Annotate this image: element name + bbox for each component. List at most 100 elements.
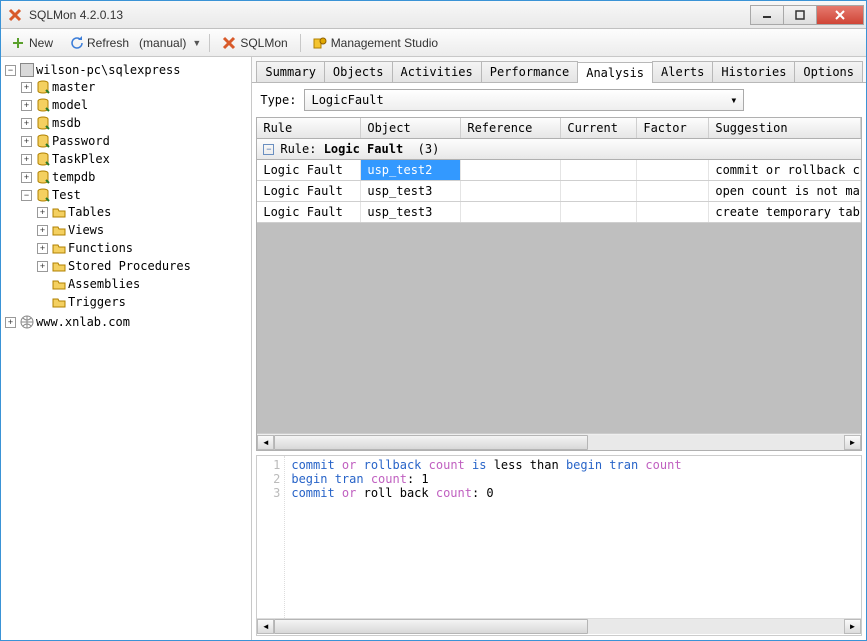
expand-icon[interactable]: + bbox=[5, 317, 16, 328]
tree-folder-item[interactable]: +Functions bbox=[37, 240, 249, 256]
tab-performance[interactable]: Performance bbox=[481, 61, 578, 82]
mgmt-studio-label: Management Studio bbox=[331, 36, 438, 50]
expand-icon[interactable]: + bbox=[21, 154, 32, 165]
grid-cell-reference[interactable] bbox=[461, 202, 561, 222]
expand-icon[interactable]: + bbox=[37, 261, 48, 272]
tree-db-item[interactable]: +tempdb bbox=[21, 169, 249, 185]
expand-icon[interactable]: + bbox=[21, 118, 32, 129]
scroll-left-button[interactable]: ◄ bbox=[257, 435, 274, 450]
expand-icon[interactable]: + bbox=[21, 100, 32, 111]
tree-url[interactable]: + www.xnlab.com bbox=[5, 314, 249, 330]
expand-icon[interactable]: + bbox=[21, 82, 32, 93]
refresh-mode-dropdown[interactable]: ▼ bbox=[190, 38, 203, 48]
grid-header-cell[interactable]: Current bbox=[561, 118, 637, 138]
tree-folder-item[interactable]: Assemblies bbox=[37, 276, 249, 292]
refresh-mode-label: (manual) bbox=[139, 36, 186, 50]
grid-body[interactable]: −Rule: Logic Fault (3)Logic Faultusp_tes… bbox=[257, 139, 861, 433]
grid-row[interactable]: Logic Faultusp_test3 open count is not ma… bbox=[257, 181, 861, 202]
scroll-right-button[interactable]: ► bbox=[844, 435, 861, 450]
grid-group-row[interactable]: −Rule: Logic Fault (3) bbox=[257, 139, 861, 159]
scroll-left-button[interactable]: ◄ bbox=[257, 619, 274, 634]
sidebar[interactable]: − wilson-pc\sqlexpress + master +model +msd… bbox=[1, 57, 252, 640]
grid-cell-factor[interactable] bbox=[637, 160, 709, 180]
scroll-right-button[interactable]: ► bbox=[844, 619, 861, 634]
code-content[interactable]: commit or rollback count is less than be… bbox=[285, 456, 861, 618]
tab-alerts[interactable]: Alerts bbox=[652, 61, 713, 82]
grid-header-cell[interactable]: Rule bbox=[257, 118, 361, 138]
grid-cell-object[interactable]: usp_test3 bbox=[361, 202, 461, 222]
expand-icon[interactable]: + bbox=[21, 136, 32, 147]
scroll-track[interactable] bbox=[274, 435, 844, 450]
close-button[interactable] bbox=[816, 5, 864, 25]
grid-cell-object[interactable]: usp_test2 bbox=[361, 160, 461, 180]
refresh-button[interactable]: Refresh bbox=[63, 34, 135, 52]
expand-icon[interactable]: + bbox=[37, 225, 48, 236]
grid-cell-reference[interactable] bbox=[461, 181, 561, 201]
tab-activities[interactable]: Activities bbox=[392, 61, 482, 82]
refresh-icon bbox=[69, 36, 83, 50]
tree-db-item[interactable]: +TaskPlex bbox=[21, 151, 249, 167]
main-panel: SummaryObjectsActivitiesPerformanceAnaly… bbox=[252, 57, 866, 640]
grid-row[interactable]: Logic Faultusp_test3 create temporary tab… bbox=[257, 202, 861, 223]
grid-header-cell[interactable]: Suggestion bbox=[709, 118, 861, 138]
grid-cell-reference[interactable] bbox=[461, 160, 561, 180]
grid-cell-rule[interactable]: Logic Fault bbox=[257, 181, 361, 201]
tree-db-item[interactable]: −Test bbox=[21, 187, 249, 203]
code-horizontal-scrollbar[interactable]: ◄ ► bbox=[257, 618, 861, 635]
server-icon bbox=[20, 63, 34, 77]
grid-cell-object[interactable]: usp_test3 bbox=[361, 181, 461, 201]
tree-db-label: master bbox=[52, 79, 95, 95]
new-button[interactable]: New bbox=[5, 34, 59, 52]
tab-strip: SummaryObjectsActivitiesPerformanceAnaly… bbox=[252, 57, 866, 83]
scroll-thumb[interactable] bbox=[274, 435, 587, 450]
collapse-icon[interactable]: − bbox=[263, 144, 274, 155]
folder-icon bbox=[52, 205, 66, 219]
grid-cell-current[interactable] bbox=[561, 160, 637, 180]
grid-cell-current[interactable] bbox=[561, 202, 637, 222]
collapse-icon[interactable]: − bbox=[21, 190, 32, 201]
tree-folder-item[interactable]: +Stored Procedures bbox=[37, 258, 249, 274]
expand-icon[interactable]: + bbox=[37, 207, 48, 218]
tree-db-item[interactable]: + Password bbox=[21, 133, 249, 149]
expand-icon[interactable]: + bbox=[37, 243, 48, 254]
grid-horizontal-scrollbar[interactable]: ◄ ► bbox=[257, 433, 861, 450]
tree-folder-item[interactable]: +Tables bbox=[37, 204, 249, 220]
tab-objects[interactable]: Objects bbox=[324, 61, 393, 82]
tree-root[interactable]: − wilson-pc\sqlexpress bbox=[5, 62, 249, 78]
tab-histories[interactable]: Histories bbox=[712, 61, 795, 82]
grid-cell-rule[interactable]: Logic Fault bbox=[257, 160, 361, 180]
toolbar-separator bbox=[209, 34, 210, 52]
grid-header-cell[interactable]: Reference bbox=[461, 118, 561, 138]
expand-icon[interactable]: + bbox=[21, 172, 32, 183]
grid-header-cell[interactable]: Object bbox=[361, 118, 461, 138]
tree-db-label: Password bbox=[52, 133, 110, 149]
grid-cell-current[interactable] bbox=[561, 181, 637, 201]
collapse-icon[interactable]: − bbox=[5, 65, 16, 76]
grid-cell-factor[interactable] bbox=[637, 181, 709, 201]
window-title: SQLMon 4.2.0.13 bbox=[29, 8, 751, 22]
tree-folder-item[interactable]: Triggers bbox=[37, 294, 249, 310]
tab-summary[interactable]: Summary bbox=[256, 61, 325, 82]
grid-cell-factor[interactable] bbox=[637, 202, 709, 222]
grid-cell-suggestion[interactable]: commit or rollback count i bbox=[709, 160, 861, 180]
management-studio-button[interactable]: Management Studio bbox=[307, 34, 444, 52]
grid-row[interactable]: Logic Faultusp_test2 commit or rollback c… bbox=[257, 160, 861, 181]
grid-header-cell[interactable]: Factor bbox=[637, 118, 709, 138]
tree-db-item[interactable]: + master bbox=[21, 79, 249, 95]
grid-cell-suggestion[interactable]: create temporary table cou bbox=[709, 202, 861, 222]
tree-folder-item[interactable]: +Views bbox=[37, 222, 249, 238]
tree-db-item[interactable]: +model bbox=[21, 97, 249, 113]
tree-db-item[interactable]: +msdb bbox=[21, 115, 249, 131]
tab-options[interactable]: Options bbox=[794, 61, 863, 82]
new-label: New bbox=[29, 36, 53, 50]
scroll-track[interactable] bbox=[274, 619, 844, 634]
maximize-button[interactable] bbox=[783, 5, 817, 25]
scroll-thumb[interactable] bbox=[274, 619, 587, 634]
minimize-button[interactable] bbox=[750, 5, 784, 25]
sqlmon-button[interactable]: SQLMon bbox=[216, 34, 293, 52]
tab-analysis[interactable]: Analysis bbox=[577, 62, 653, 83]
type-dropdown[interactable]: LogicFault ▾ bbox=[304, 89, 744, 111]
grid-cell-rule[interactable]: Logic Fault bbox=[257, 202, 361, 222]
grid-cell-suggestion[interactable]: open count is not matching bbox=[709, 181, 861, 201]
tree-url-label: www.xnlab.com bbox=[36, 314, 130, 330]
